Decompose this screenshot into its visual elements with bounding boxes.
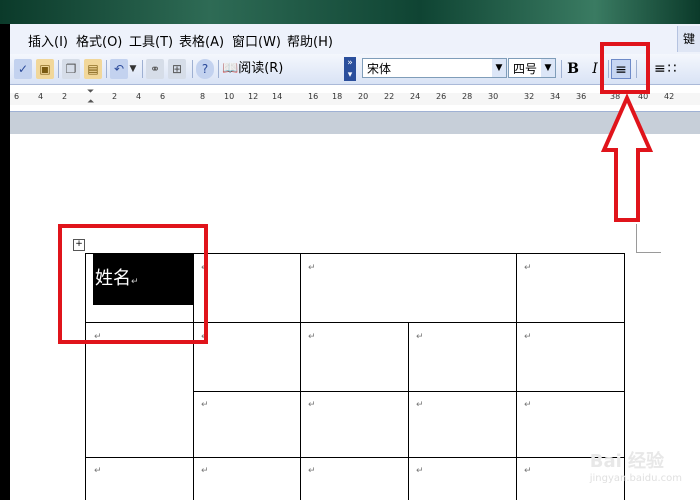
hyperlink-icon[interactable]: ⚭ [146,59,164,79]
menu-item-format[interactable]: 格式(O) [76,31,122,50]
help-icon[interactable]: ? [196,59,214,79]
ruler-tick: 8 [200,92,206,101]
toolbar-options-grip[interactable]: » ▾ [344,57,356,81]
paragraph-mark: ↵ [308,332,316,342]
paragraph-mark: ↵ [416,332,424,342]
toolbar-separator [561,60,562,78]
bullets-icon[interactable]: ∷ [662,59,682,79]
menu-item-fragment[interactable]: ) [10,31,11,46]
paragraph-mark: ↵ [201,400,209,410]
menu-item-help[interactable]: 帮助(H) [287,31,333,50]
ruler-tick: 30 [488,92,499,101]
toolbar-separator [106,60,107,78]
read-mode-button[interactable]: 📖阅读(R) [222,59,284,79]
ruler-tick: 28 [462,92,473,101]
page-crop-mark [636,224,661,253]
ruler-tick: 20 [358,92,369,101]
font-size-combo[interactable]: 四号 ▼ [508,58,556,78]
paste-icon[interactable]: ▤ [84,59,102,79]
table-border [193,391,625,392]
ruler-tick: 6 [160,92,166,101]
chevron-down-icon[interactable]: ▼ [492,59,506,77]
ruler-tick: 22 [384,92,395,101]
research-icon[interactable]: ▣ [36,59,54,79]
chevron-down-icon[interactable]: ▼ [541,59,555,77]
undo-icon[interactable]: ↶ [110,59,128,79]
annotation-box-center-button [600,42,650,94]
table-border [408,322,409,500]
ruler-tick: 36 [576,92,587,101]
menu-item-insert[interactable]: 插入(I) [28,31,68,50]
copy-icon[interactable]: ❐ [62,59,80,79]
paragraph-mark: ↵ [308,466,316,476]
paragraph-mark: ↵ [524,466,532,476]
ruler-tick: 2 [112,92,118,101]
ruler-tick: 18 [332,92,343,101]
paragraph-mark: ↵ [416,400,424,410]
ruler-tick: 16 [308,92,319,101]
font-name-combo[interactable]: 宋体 ▼ [362,58,507,78]
paragraph-mark: ↵ [308,400,316,410]
read-mode-label: 阅读(R) [238,61,284,76]
menu-bar: ) 插入(I) 格式(O) 工具(T) 表格(A) 窗口(W) 帮助(H) 键 [10,24,700,55]
annotation-box-name-cell [58,224,208,344]
ruler-tick: 2 [62,92,68,101]
menu-item-table[interactable]: 表格(A) [179,31,224,50]
ruler-tick: 26 [436,92,447,101]
toolbar-separator [192,60,193,78]
paragraph-mark: ↵ [416,466,424,476]
type-question-box[interactable]: 键 [677,26,700,52]
paragraph-mark: ↵ [308,263,316,273]
undo-dropdown-icon[interactable]: ▼ [128,59,138,79]
ruler-tick: 12 [248,92,259,101]
spellcheck-icon[interactable]: ✓ [14,59,32,79]
ruler-tick: 34 [550,92,561,101]
annotation-arrow-up-icon [600,93,654,222]
ruler-tick: 10 [224,92,235,101]
baidu-jingyan-watermark: Bai 经验 jingyan.baidu.com [590,447,682,484]
indent-marker[interactable]: ⏷ ⏶ [87,87,95,107]
table-border [300,253,301,500]
toolbar: ✓ ▣ ❐ ▤ ↶ ▼ ⚭ ⊞ ? 📖阅读(R) » ▾ 宋体 ▼ 四号 ▼ B … [10,54,700,85]
bold-button[interactable]: B [563,59,583,79]
ruler-tick: 6 [14,92,20,101]
font-size-value: 四号 [513,62,538,76]
toolbar-separator [142,60,143,78]
table-border [516,253,517,500]
ruler-tick: 14 [272,92,283,101]
horizontal-ruler[interactable]: 6 4 2 ⏷ ⏶ 2 4 6 8 10 12 14 16 18 20 22 24… [10,85,700,112]
paragraph-mark: ↵ [94,466,102,476]
table-border [85,457,625,458]
toolbar-separator [58,60,59,78]
read-mode-icon: 📖 [222,61,239,76]
table-grid-icon[interactable]: ⊞ [168,59,186,79]
ruler-tick: 24 [410,92,421,101]
menu-item-tools[interactable]: 工具(T) [129,31,173,50]
font-name-value: 宋体 [367,62,392,76]
paragraph-mark: ↵ [524,400,532,410]
page-top-margin-area [10,112,700,134]
paragraph-mark: ↵ [524,332,532,342]
ruler-tick: 32 [524,92,535,101]
watermark-site: jingyan.baidu.com [589,473,682,484]
ruler-tick: 42 [664,92,675,101]
toolbar-separator [218,60,219,78]
ruler-tick: 4 [38,92,44,101]
paragraph-mark: ↵ [524,263,532,273]
desktop-background-band [0,0,700,24]
menu-item-window[interactable]: 窗口(W) [232,31,281,50]
ruler-tick: 4 [136,92,142,101]
paragraph-mark: ↵ [201,466,209,476]
watermark-brand: Bai 经验 [589,451,665,472]
